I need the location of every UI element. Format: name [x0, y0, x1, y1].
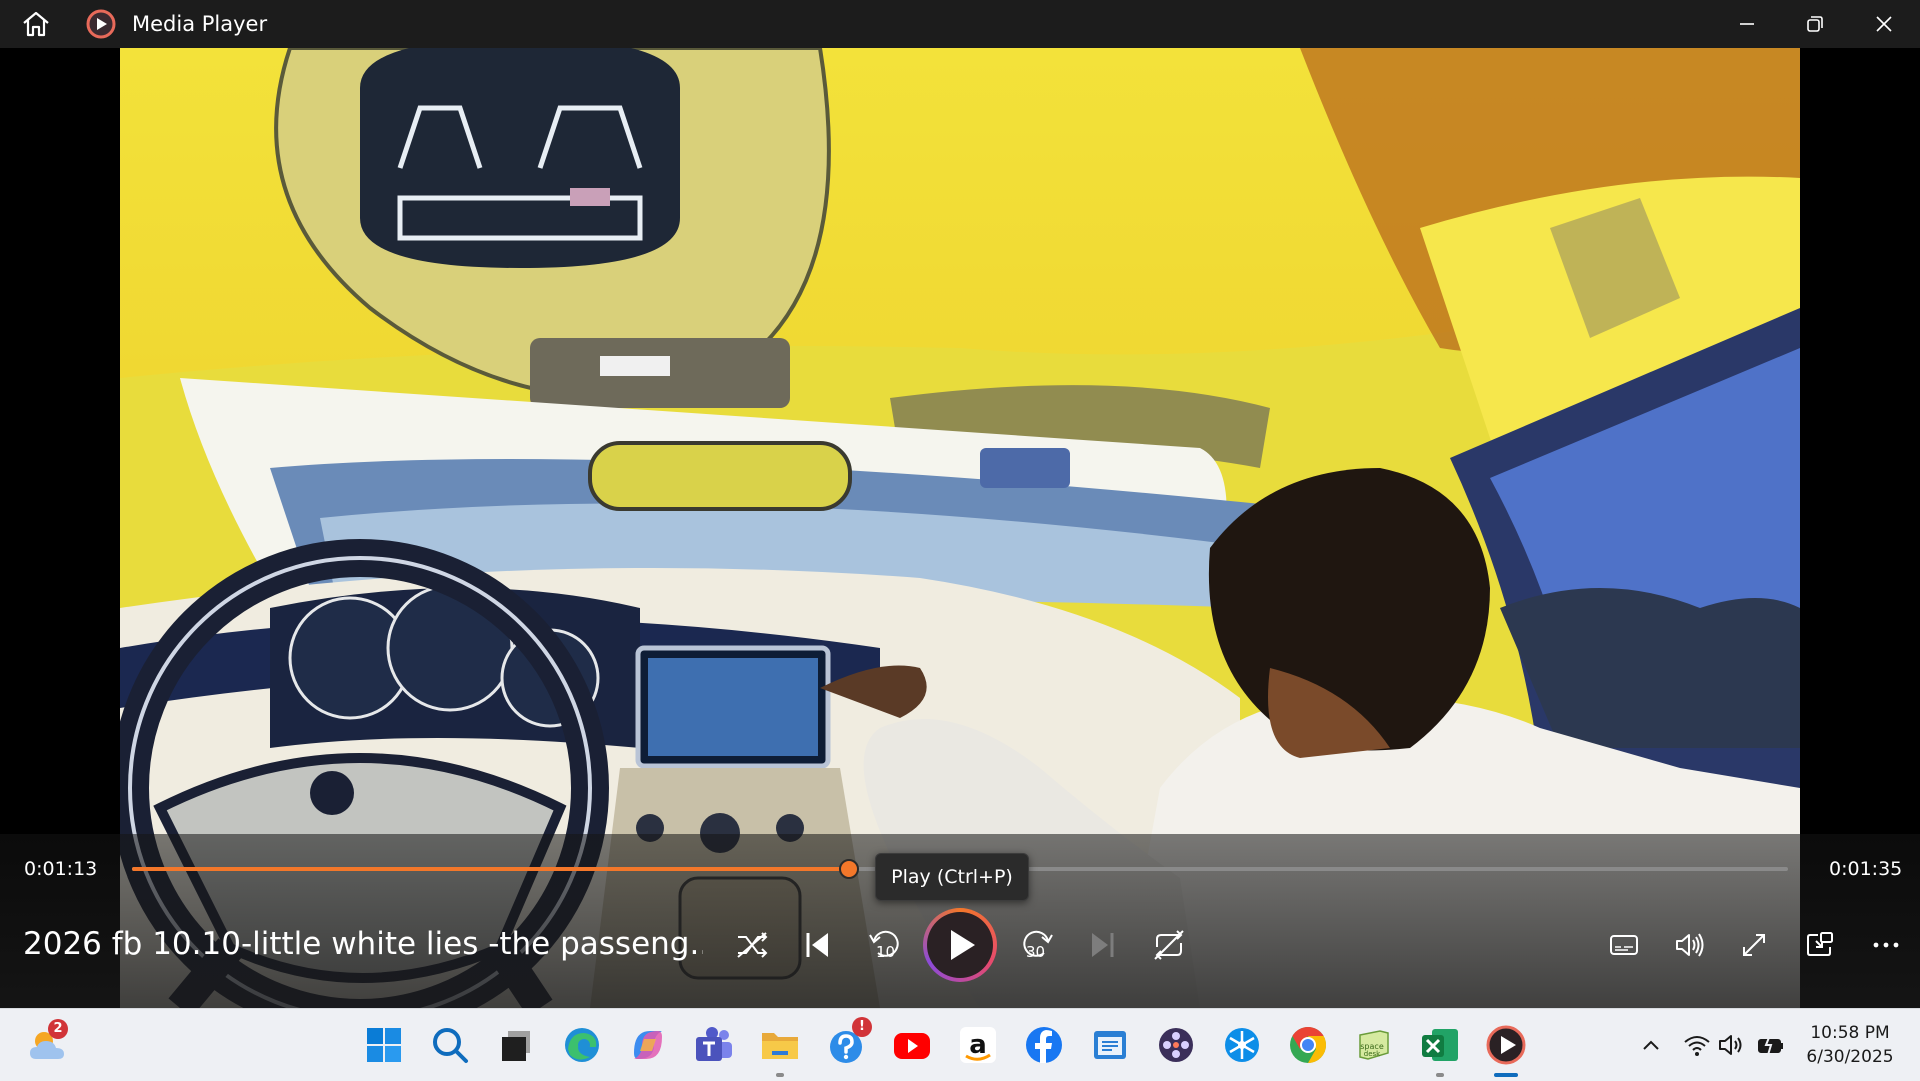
- seek-progress: [132, 867, 850, 871]
- clock-date: 6/30/2025: [1806, 1047, 1894, 1067]
- speaker-icon: [1719, 1035, 1742, 1055]
- help-badge: !: [852, 1017, 872, 1037]
- volume-icon: [1676, 933, 1704, 957]
- battery-button[interactable]: [1756, 1031, 1786, 1059]
- shuffle-button[interactable]: [726, 919, 778, 971]
- svg-text:a: a: [969, 1030, 987, 1060]
- task-view-button[interactable]: [494, 1023, 538, 1067]
- media-title: 2026 fb 10.10-little white lies -the pas…: [23, 926, 703, 962]
- search-button[interactable]: [428, 1023, 472, 1067]
- weather-badge: 2: [48, 1019, 68, 1039]
- title-bar: Media Player: [0, 0, 1920, 48]
- captions-icon: [1610, 935, 1638, 955]
- network-button[interactable]: [1682, 1031, 1712, 1059]
- chevron-up-icon: [1643, 1040, 1659, 1050]
- seek-thumb[interactable]: [839, 859, 860, 879]
- taskbar: 2 ! a space desk 10:58 PM 6/30/2025: [0, 1008, 1920, 1081]
- home-button[interactable]: [20, 11, 52, 37]
- media-player-active-indicator: [1494, 1073, 1518, 1077]
- media-player-window: Media Player 0:01:13 0:01:35 Play (Ctrl+…: [0, 0, 1920, 1008]
- get-help-app[interactable]: !: [824, 1017, 872, 1067]
- more-options-button[interactable]: [1860, 919, 1912, 971]
- amazon-app[interactable]: a: [956, 1023, 1000, 1067]
- youtube-app[interactable]: [890, 1023, 934, 1067]
- previous-icon: [806, 933, 828, 957]
- excel-indicator: [1436, 1073, 1444, 1077]
- skip-forward-button[interactable]: 30: [1012, 919, 1064, 971]
- media-player-logo-icon: [86, 9, 116, 39]
- amazon-icon: a: [960, 1027, 996, 1063]
- shuffle-icon: [737, 932, 768, 958]
- repeat-button[interactable]: [1143, 919, 1195, 971]
- play-tooltip: Play (Ctrl+P): [875, 853, 1029, 901]
- windows-logo-icon: [367, 1028, 401, 1062]
- current-time: 0:01:13: [24, 858, 98, 880]
- next-icon: [1092, 933, 1114, 957]
- wifi-icon: [1684, 1036, 1710, 1056]
- remote-desktop-icon: [1094, 1031, 1126, 1059]
- media-player-app[interactable]: [1484, 1023, 1528, 1067]
- youtube-icon: [894, 1033, 930, 1059]
- window-title: Media Player: [132, 12, 268, 36]
- skip-back-button[interactable]: 10: [858, 919, 910, 971]
- minimize-button[interactable]: [1713, 0, 1781, 48]
- spacedesk-icon: space desk: [1359, 1030, 1389, 1060]
- snowflake-icon: [1225, 1028, 1259, 1062]
- folder-icon: [762, 1033, 798, 1059]
- miniplayer-icon: [1807, 932, 1833, 956]
- volume-button[interactable]: [1663, 919, 1715, 971]
- close-icon: [1876, 16, 1892, 32]
- facebook-icon: [1026, 1027, 1062, 1063]
- chrome-icon: [1290, 1027, 1327, 1063]
- home-icon: [23, 11, 49, 37]
- weather-widget[interactable]: 2: [26, 1019, 70, 1067]
- previous-button[interactable]: [792, 919, 844, 971]
- film-reel-icon: [1159, 1028, 1193, 1062]
- restore-icon: [1807, 16, 1823, 32]
- fullscreen-button[interactable]: [1728, 919, 1780, 971]
- repeat-icon: [1154, 930, 1184, 960]
- next-button[interactable]: [1076, 919, 1128, 971]
- media-player-icon: [1486, 1025, 1526, 1065]
- search-icon: [433, 1028, 468, 1063]
- excel-icon: [1422, 1029, 1458, 1061]
- spacedesk-app[interactable]: space desk: [1352, 1023, 1396, 1067]
- volume-tray-button[interactable]: [1716, 1031, 1746, 1059]
- play-icon: [951, 930, 975, 960]
- miniplayer-button[interactable]: [1794, 919, 1846, 971]
- battery-charging-icon: [1758, 1034, 1783, 1056]
- duration-time: 0:01:35: [1829, 858, 1903, 880]
- excel-app[interactable]: [1418, 1023, 1462, 1067]
- remote-desktop-app[interactable]: [1088, 1023, 1132, 1067]
- play-button[interactable]: [923, 908, 997, 982]
- minimize-icon: [1740, 23, 1754, 25]
- more-icon: [1873, 942, 1899, 948]
- task-view-icon: [502, 1031, 530, 1061]
- play-button-inner: [927, 912, 993, 978]
- facebook-app[interactable]: [1022, 1023, 1066, 1067]
- teams-icon: [696, 1027, 732, 1061]
- start-button[interactable]: [362, 1023, 406, 1067]
- edge-icon: [565, 1028, 599, 1062]
- file-explorer-app[interactable]: [758, 1023, 802, 1067]
- playback-controls: 0:01:13 0:01:35 Play (Ctrl+P) 2026 fb 10…: [0, 834, 1920, 1008]
- skip-forward-label: 30: [1026, 943, 1046, 961]
- clock[interactable]: 10:58 PM 6/30/2025: [1796, 1021, 1904, 1069]
- clipchamp-app[interactable]: [1154, 1023, 1198, 1067]
- skip-back-label: 10: [876, 943, 896, 961]
- clock-time: 10:58 PM: [1810, 1023, 1890, 1043]
- file-explorer-indicator: [776, 1073, 784, 1077]
- svg-text:desk: desk: [1364, 1050, 1381, 1058]
- close-button[interactable]: [1850, 0, 1918, 48]
- restore-button[interactable]: [1781, 0, 1849, 48]
- show-hidden-icons-button[interactable]: [1636, 1031, 1666, 1059]
- edge-app[interactable]: [560, 1023, 604, 1067]
- fullscreen-icon: [1743, 934, 1765, 956]
- teams-app[interactable]: [692, 1023, 736, 1067]
- chrome-app[interactable]: [1286, 1023, 1330, 1067]
- captions-button[interactable]: [1598, 919, 1650, 971]
- snipping-app[interactable]: [1220, 1023, 1264, 1067]
- copilot-app[interactable]: [626, 1023, 670, 1067]
- copilot-icon: [634, 1031, 662, 1059]
